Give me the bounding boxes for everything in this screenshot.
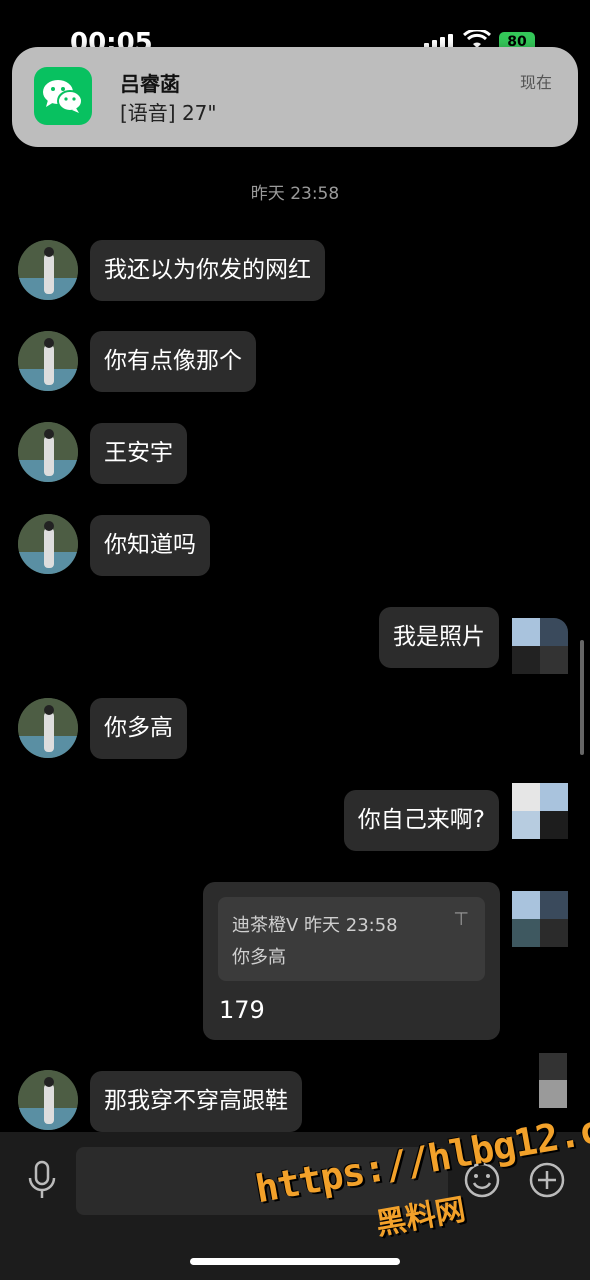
notification-banner[interactable]: 吕睿菡 [语音] 27" 现在 (12, 47, 578, 147)
contact-avatar[interactable] (18, 514, 78, 574)
cellular-signal-icon (424, 34, 454, 48)
message-bubble[interactable]: 我是照片 (379, 607, 499, 668)
quoted-message[interactable]: 迪茶橙V 昨天 23:58 你多高 ⊤ (218, 897, 485, 981)
microphone-icon[interactable] (26, 1160, 58, 1200)
notification-sender: 吕睿菡 (120, 72, 180, 96)
message-bubble[interactable]: 你自己来啊? (343, 790, 499, 851)
contact-avatar[interactable] (18, 422, 78, 482)
self-avatar[interactable] (512, 783, 568, 839)
quote-jump-icon[interactable]: ⊤ (453, 909, 469, 930)
chat-timestamp: 昨天 23:58 (250, 184, 340, 204)
contact-avatar[interactable] (18, 240, 78, 300)
message-bubble[interactable]: 你多高 (90, 698, 187, 759)
wechat-icon (34, 67, 92, 125)
self-avatar[interactable] (512, 618, 568, 674)
message-bubble[interactable]: 王安宇 (90, 423, 187, 484)
contact-avatar[interactable] (18, 331, 78, 391)
notification-message: [语音] 27" (120, 101, 217, 125)
quote-text: 你多高 (232, 947, 286, 968)
contact-avatar[interactable] (18, 1070, 78, 1130)
quote-header: 迪茶橙V 昨天 23:58 (232, 915, 398, 936)
message-bubble[interactable]: 我还以为你发的网红 (90, 240, 325, 301)
scrollbar[interactable] (580, 640, 584, 755)
notification-time: 现在 (519, 73, 552, 92)
self-avatar (539, 1053, 567, 1108)
reply-message-bubble[interactable]: 迪茶橙V 昨天 23:58 你多高 ⊤ 179 (203, 882, 500, 1040)
message-bubble[interactable]: 那我穿不穿高跟鞋 (90, 1071, 302, 1132)
reply-text: 179 (219, 996, 265, 1024)
contact-avatar[interactable] (18, 698, 78, 758)
plus-icon[interactable] (529, 1162, 565, 1198)
message-bubble[interactable]: 你有点像那个 (90, 331, 256, 392)
home-indicator[interactable] (190, 1258, 400, 1265)
message-bubble[interactable]: 你知道吗 (90, 515, 210, 576)
self-avatar[interactable] (512, 891, 568, 947)
